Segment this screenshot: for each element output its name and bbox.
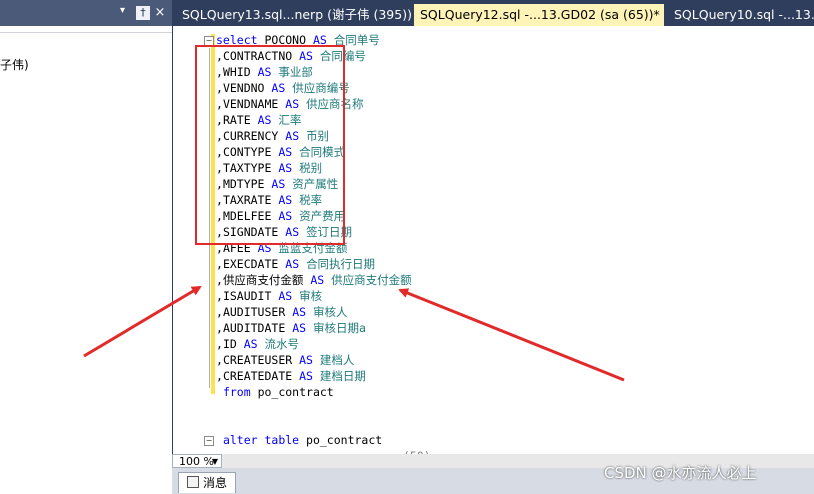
chevron-down-icon: ▼ xyxy=(211,457,218,466)
annotation-arrow-left xyxy=(83,285,202,358)
annotation-arrow-right xyxy=(398,288,625,382)
watermark: CSDN @水亦流人必上 xyxy=(604,464,757,482)
messages-icon xyxy=(187,476,199,488)
zoom-level-dropdown[interactable]: 100 % ▼ xyxy=(172,454,222,468)
annotation-arrows xyxy=(83,285,625,382)
tab-messages[interactable]: 消息 xyxy=(178,472,237,493)
